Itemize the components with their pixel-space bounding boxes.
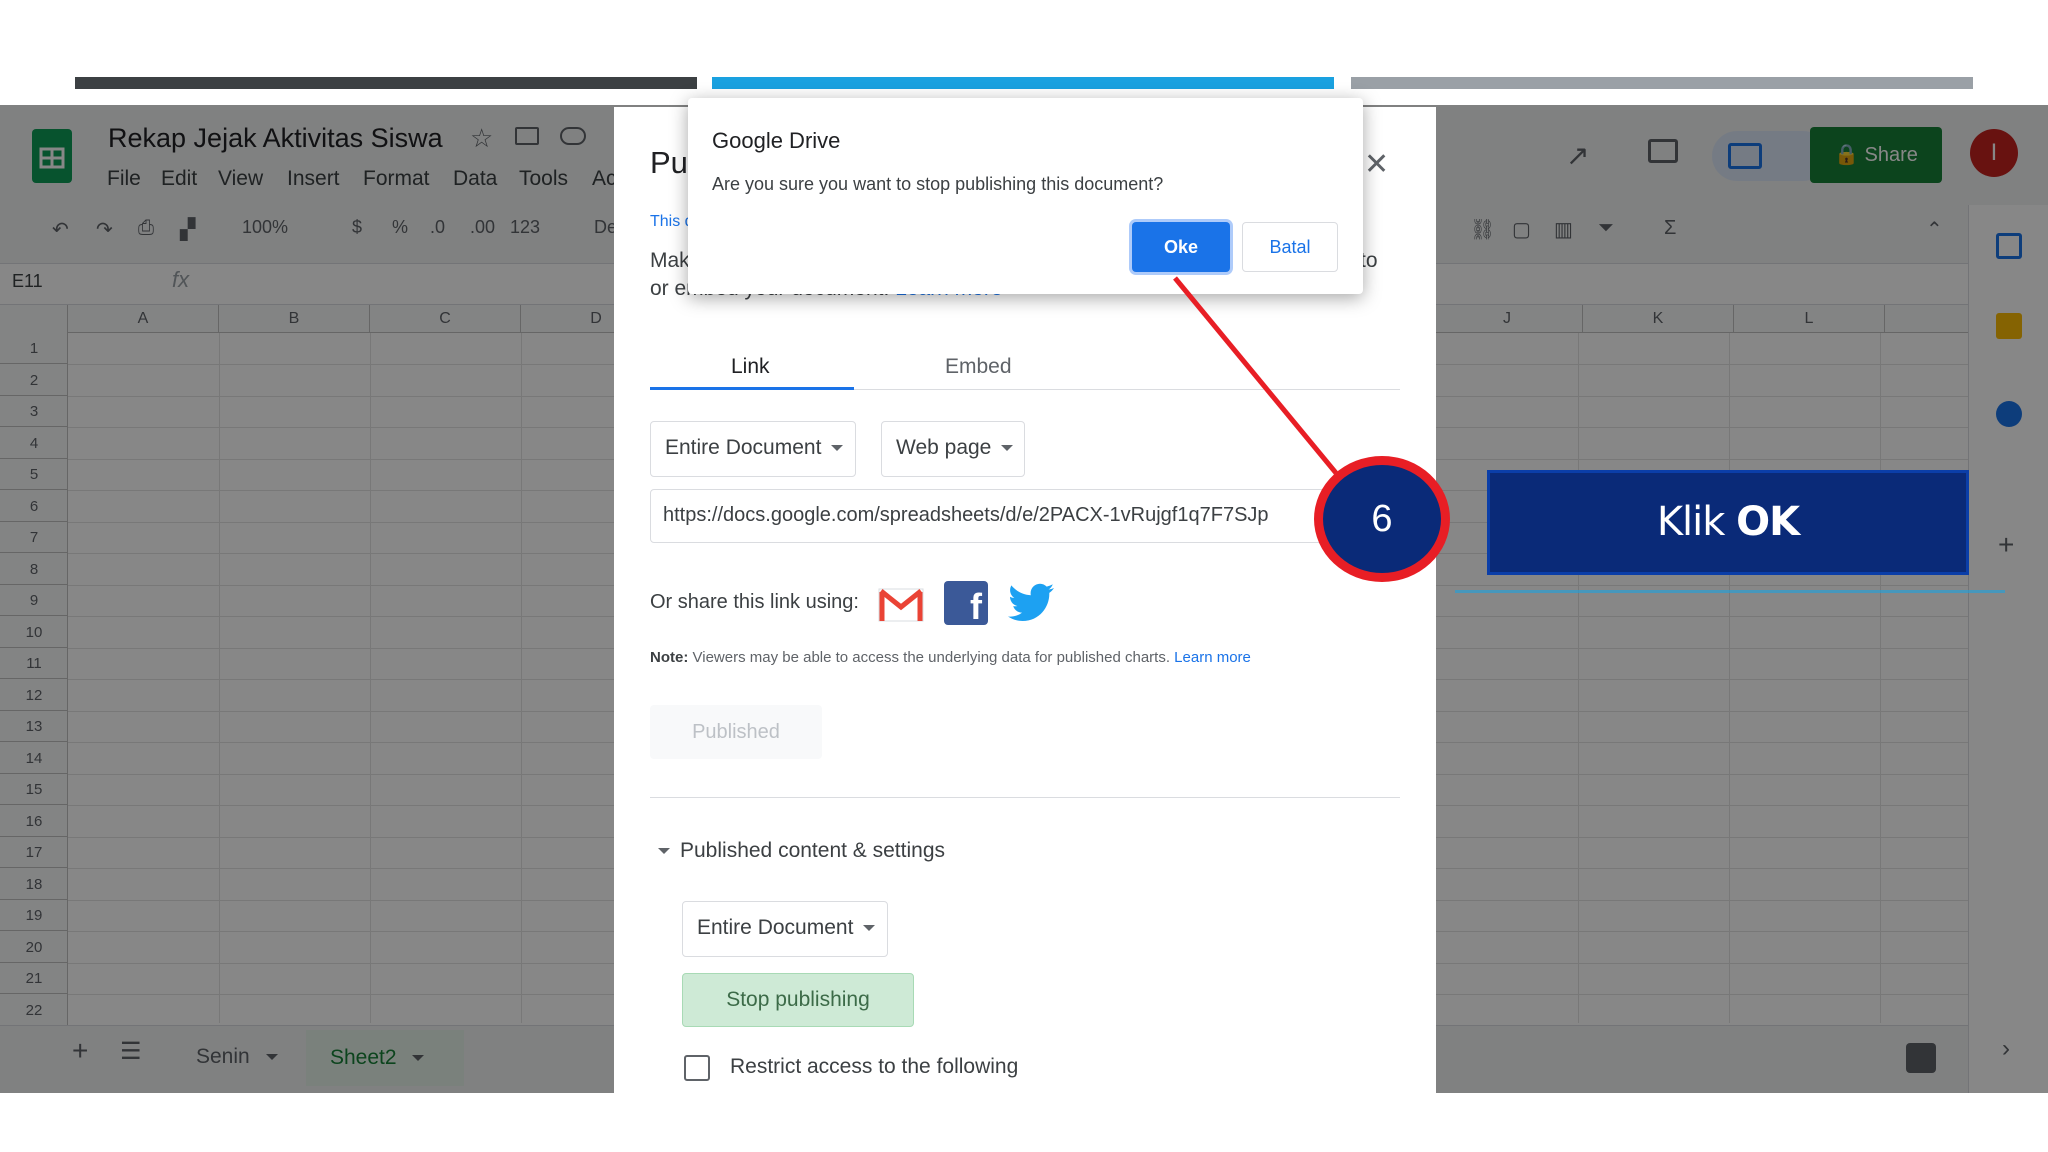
annotation-label: Klik OK: [1487, 470, 1969, 575]
annotation-label-bold: OK: [1736, 499, 1800, 545]
annotation-underline: [1455, 590, 2005, 593]
step-number-badge: 6: [1314, 456, 1450, 582]
annotation-pointer-line: [1173, 276, 1338, 475]
annotation-label-prefix: Klik: [1656, 499, 1726, 545]
